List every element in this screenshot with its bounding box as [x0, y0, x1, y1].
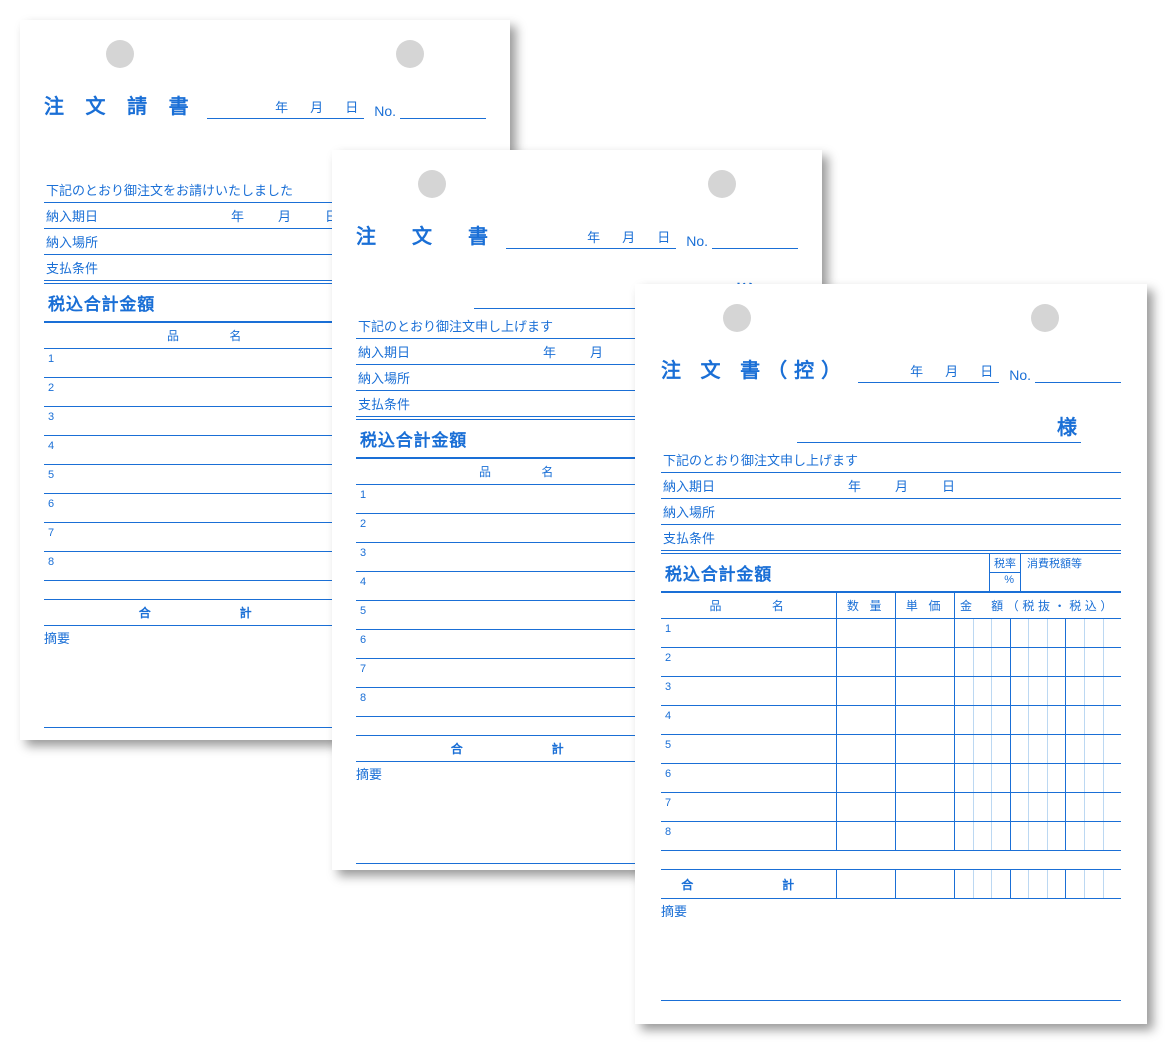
col-name: 品 名 [661, 593, 837, 619]
payment-terms-row[interactable]: 支払条件 [661, 525, 1121, 551]
notes-label: 摘要 [661, 901, 1121, 920]
hole-icon [708, 170, 736, 198]
memo-line: 下記のとおり御注文申し上げます [661, 447, 1121, 473]
table-row[interactable]: 7 [661, 793, 1121, 822]
year-label: 年 [275, 97, 288, 116]
header-row: 注 文 請 書 年 月 日 No. [44, 90, 486, 119]
recipient-field[interactable]: 様 [797, 411, 1081, 443]
table-row[interactable]: 4 [661, 706, 1121, 735]
col-amount: 金 額（税抜・税込） [955, 593, 1122, 619]
table-row[interactable]: 1 [661, 619, 1121, 648]
header-row: 注 文 書 年 月 日 No. [356, 220, 798, 249]
table-row[interactable]: 8 [661, 822, 1121, 851]
hole-icon [723, 304, 751, 332]
punch-holes [661, 304, 1121, 332]
hole-icon [396, 40, 424, 68]
form-title: 注 文 書（控） [661, 354, 848, 383]
hole-icon [1031, 304, 1059, 332]
number-field[interactable]: No. [374, 103, 486, 119]
month-label: 月 [310, 97, 323, 116]
tax-rate-box: 税率 % [989, 554, 1020, 591]
no-label: No. [374, 103, 396, 119]
notes-area[interactable] [661, 920, 1121, 1001]
date-field[interactable]: 年 月 日 [506, 227, 676, 249]
table-row[interactable]: 3 [661, 677, 1121, 706]
date-field[interactable]: 年 月 日 [207, 97, 365, 119]
col-name: 品 名 [44, 323, 369, 349]
form-title: 注 文 請 書 [44, 90, 197, 119]
day-label: 日 [345, 97, 358, 116]
subtotal-row: 合 計 [661, 870, 1121, 899]
tax-amount-box: 消費税額等 [1020, 554, 1121, 591]
hole-icon [418, 170, 446, 198]
items-table: 品 名 数 量 単 価 金 額（税抜・税込） 1 2 3 4 5 6 7 8 合… [661, 592, 1121, 899]
number-field[interactable]: No. [686, 233, 798, 249]
date-field[interactable]: 年 月 日 [858, 361, 999, 383]
table-row[interactable]: 2 [661, 648, 1121, 677]
header-row: 注 文 書（控） 年 月 日 No. [661, 354, 1121, 383]
form-title: 注 文 書 [356, 220, 496, 249]
col-price: 単 価 [896, 593, 955, 619]
grand-total-row: 税込合計金額 税率 % 消費税額等 [661, 553, 1121, 592]
order-form-copy: 注 文 書（控） 年 月 日 No. 様 下記のとおり御注文申し上げます 納入期… [635, 284, 1147, 1024]
punch-holes [44, 40, 486, 68]
hole-icon [106, 40, 134, 68]
number-field[interactable]: No. [1009, 367, 1121, 383]
table-row[interactable]: 6 [661, 764, 1121, 793]
punch-holes [356, 170, 798, 198]
col-qty: 数 量 [837, 593, 896, 619]
table-row[interactable]: 5 [661, 735, 1121, 764]
delivery-place-row[interactable]: 納入場所 [661, 499, 1121, 525]
delivery-date-row[interactable]: 納入期日 年 月 日 [661, 473, 1121, 499]
